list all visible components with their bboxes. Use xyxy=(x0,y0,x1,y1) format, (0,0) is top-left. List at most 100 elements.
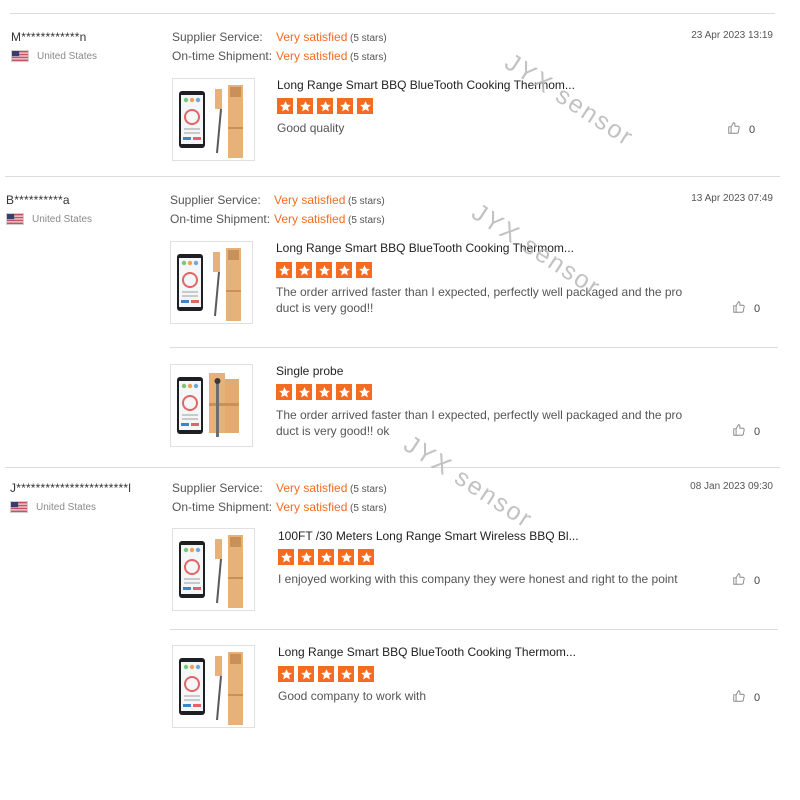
star-icon xyxy=(336,384,352,400)
single-probe-product-icon[interactable] xyxy=(170,364,253,447)
supplier-service-row: Supplier Service: Very satisfied (5 star… xyxy=(172,30,387,44)
star-icon xyxy=(298,549,314,565)
supplier-service-row: Supplier Service: Very satisfied (5 star… xyxy=(170,193,385,207)
star-icon xyxy=(357,98,373,114)
review-date: 08 Jan 2023 09:30 xyxy=(690,481,773,492)
star-icon xyxy=(276,262,292,278)
product-title[interactable]: Long Range Smart BBQ BlueTooth Cooking T… xyxy=(277,78,575,92)
like-count: 0 xyxy=(754,691,761,704)
shipment-stars: (5 stars) xyxy=(350,503,387,514)
rating-stars xyxy=(278,666,378,682)
shipment-value: Very satisfied xyxy=(276,500,348,514)
thermometer-product-icon[interactable] xyxy=(172,528,255,611)
country-label: United States xyxy=(36,501,97,513)
buyer-country: United States xyxy=(6,213,92,225)
like-button[interactable]: 0 xyxy=(732,572,760,589)
supplier-service-stars: (5 stars) xyxy=(350,33,387,44)
rating-stars xyxy=(277,98,377,114)
thumbs-up-icon xyxy=(732,572,754,589)
shipment-stars: (5 stars) xyxy=(350,52,387,63)
review-divider xyxy=(5,176,780,177)
country-label: United States xyxy=(37,50,98,62)
thumbs-up-icon xyxy=(732,300,754,317)
star-icon xyxy=(356,262,372,278)
like-button[interactable]: 0 xyxy=(732,689,760,706)
item-divider xyxy=(170,347,778,348)
supplier-service-stars: (5 stars) xyxy=(350,484,387,495)
like-count: 0 xyxy=(749,123,756,136)
star-icon xyxy=(318,666,334,682)
rating-stars xyxy=(278,549,378,565)
buyer-country: United States xyxy=(11,50,97,62)
star-icon xyxy=(337,98,353,114)
review-date: 23 Apr 2023 13:19 xyxy=(691,30,773,41)
star-icon xyxy=(338,666,354,682)
product-title[interactable]: 100FT /30 Meters Long Range Smart Wirele… xyxy=(278,529,579,543)
star-icon xyxy=(318,549,334,565)
supplier-service-label: Supplier Service: xyxy=(172,481,263,495)
shipment-row: On-time Shipment: Very satisfied (5 star… xyxy=(170,212,385,226)
star-icon xyxy=(277,98,293,114)
star-icon xyxy=(297,98,313,114)
star-icon xyxy=(298,666,314,682)
star-icon xyxy=(296,384,312,400)
rating-stars xyxy=(276,262,376,278)
shipment-value: Very satisfied xyxy=(276,49,348,63)
watermark: JYX sensor xyxy=(398,430,538,535)
star-icon xyxy=(278,549,294,565)
review-text: The order arrived faster than I expected… xyxy=(276,408,683,438)
us-flag-icon xyxy=(10,501,28,513)
star-icon xyxy=(316,262,332,278)
buyer-country: United States xyxy=(10,501,96,513)
buyer-name: M************n xyxy=(11,30,87,44)
like-count: 0 xyxy=(754,425,761,438)
shipment-value: Very satisfied xyxy=(274,212,346,226)
shipment-label: On-time Shipment: xyxy=(172,49,273,63)
star-icon xyxy=(358,549,374,565)
thumbs-up-icon xyxy=(732,423,754,440)
product-title[interactable]: Long Range Smart BBQ BlueTooth Cooking T… xyxy=(278,645,576,659)
us-flag-icon xyxy=(11,50,29,62)
review-text: Good company to work with xyxy=(278,689,427,703)
product-title[interactable]: Long Range Smart BBQ BlueTooth Cooking T… xyxy=(276,241,574,255)
star-icon xyxy=(336,262,352,278)
thermometer-product-icon[interactable] xyxy=(172,645,255,728)
supplier-service-row: Supplier Service: Very satisfied (5 star… xyxy=(172,481,387,495)
like-button[interactable]: 0 xyxy=(732,423,760,440)
country-label: United States xyxy=(32,213,93,225)
buyer-name: B**********a xyxy=(6,193,70,207)
shipment-label: On-time Shipment: xyxy=(172,500,273,514)
buyer-name: J***********************l xyxy=(10,481,132,495)
shipment-row: On-time Shipment: Very satisfied (5 star… xyxy=(172,500,387,514)
thumbs-up-icon xyxy=(727,121,749,138)
review-date: 13 Apr 2023 07:49 xyxy=(691,193,773,204)
star-icon xyxy=(356,384,372,400)
like-count: 0 xyxy=(754,574,761,587)
supplier-service-stars: (5 stars) xyxy=(348,196,385,207)
shipment-stars: (5 stars) xyxy=(348,215,385,226)
star-icon xyxy=(276,384,292,400)
watermark: JYX sensor xyxy=(499,48,639,153)
review-text: Good quality xyxy=(277,121,345,135)
like-count: 0 xyxy=(754,302,761,315)
supplier-service-value: Very satisfied xyxy=(274,193,346,207)
supplier-service-label: Supplier Service: xyxy=(172,30,263,44)
star-icon xyxy=(278,666,294,682)
star-icon xyxy=(316,384,332,400)
product-title[interactable]: Single probe xyxy=(276,364,343,378)
supplier-service-label: Supplier Service: xyxy=(170,193,261,207)
supplier-service-value: Very satisfied xyxy=(276,481,348,495)
review-text: The order arrived faster than I expected… xyxy=(276,285,683,315)
like-button[interactable]: 0 xyxy=(727,121,755,138)
us-flag-icon xyxy=(6,213,24,225)
shipment-row: On-time Shipment: Very satisfied (5 star… xyxy=(172,49,387,63)
star-icon xyxy=(296,262,312,278)
thermometer-product-icon[interactable] xyxy=(170,241,253,324)
item-divider xyxy=(170,629,778,630)
review-text: I enjoyed working with this company they… xyxy=(278,572,678,586)
shipment-label: On-time Shipment: xyxy=(170,212,271,226)
like-button[interactable]: 0 xyxy=(732,300,760,317)
star-icon xyxy=(317,98,333,114)
thermometer-product-icon[interactable] xyxy=(172,78,255,161)
top-divider xyxy=(10,13,775,14)
